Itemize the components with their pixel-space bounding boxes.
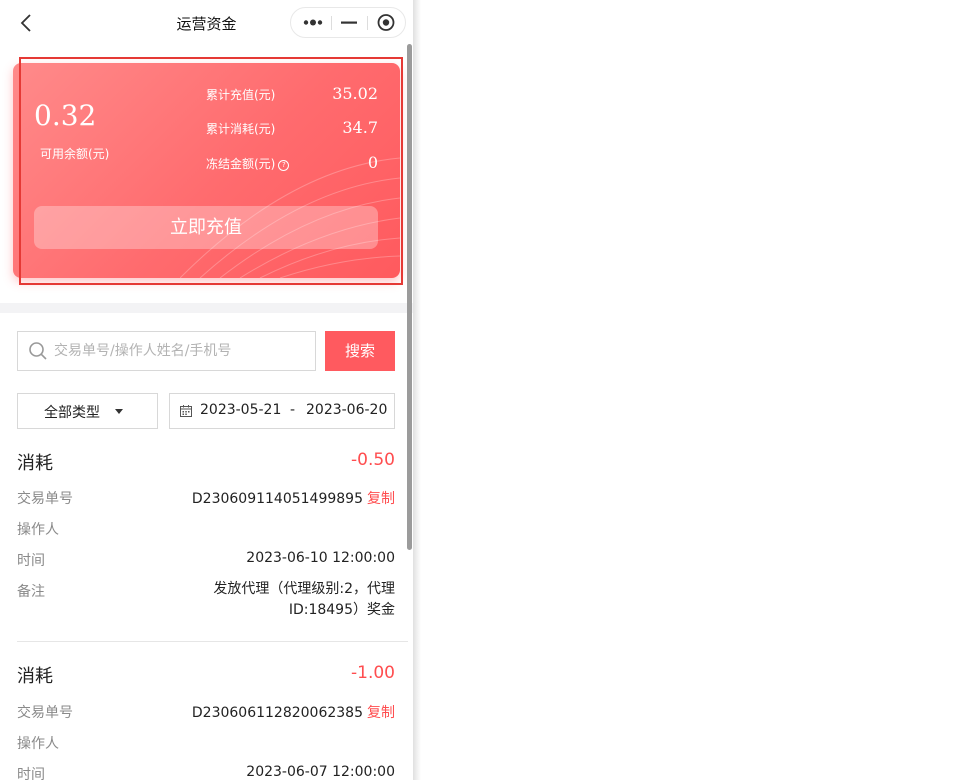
- transaction-record: 消耗 -1.00 交易单号 D230606112820062385 复制 操作人 …: [0, 658, 413, 780]
- type-filter-dropdown[interactable]: 全部类型: [17, 393, 158, 429]
- highlight-annotation-box: [19, 57, 403, 285]
- record-type: 消耗: [17, 453, 53, 474]
- capsule-divider: [331, 16, 332, 30]
- order-no-value: D230606112820062385: [191, 705, 363, 721]
- order-no-label: 交易单号: [17, 705, 73, 721]
- search-field[interactable]: [17, 331, 316, 371]
- section-separator: [0, 303, 413, 313]
- copy-button[interactable]: 复制: [367, 491, 395, 507]
- more-dots-icon[interactable]: [301, 8, 325, 37]
- search-button[interactable]: 搜索: [325, 331, 395, 371]
- time-label: 时间: [17, 767, 45, 780]
- caret-down-icon: [115, 409, 123, 414]
- search-input[interactable]: [54, 332, 309, 370]
- order-no-row: D230606112820062385 复制: [192, 702, 395, 722]
- note-label: 备注: [17, 584, 45, 600]
- search-icon: [29, 342, 47, 360]
- capsule-divider: [367, 16, 368, 30]
- operator-label: 操作人: [17, 522, 59, 538]
- order-no-label: 交易单号: [17, 491, 73, 507]
- time-label: 时间: [17, 553, 45, 569]
- record-divider: [17, 641, 408, 642]
- navigation-bar: 运营资金: [0, 0, 413, 46]
- transaction-record: 消耗 -0.50 交易单号 D230609114051499895 复制 操作人 …: [0, 445, 413, 645]
- date-range-picker[interactable]: 2023-05-21 - 2023-06-20: [169, 393, 395, 429]
- target-icon[interactable]: [375, 8, 397, 37]
- date-start: 2023-05-21: [200, 402, 282, 418]
- scrollbar[interactable]: [407, 44, 412, 550]
- record-amount: -1.00: [351, 663, 395, 683]
- panel-shadow: [413, 0, 421, 780]
- minimize-icon[interactable]: [339, 8, 359, 37]
- copy-button[interactable]: 复制: [367, 705, 395, 721]
- time-value: 2023-06-07 12:00:00: [246, 764, 395, 780]
- calendar-icon: [180, 405, 192, 417]
- note-value: 发放代理（代理级别:2，代理ID:18495）奖金: [213, 581, 395, 618]
- date-separator: -: [290, 402, 296, 418]
- order-no-row: D230609114051499895 复制: [192, 488, 395, 508]
- time-value: 2023-06-10 12:00:00: [246, 550, 395, 566]
- type-filter-label: 全部类型: [44, 405, 100, 421]
- date-end: 2023-06-20: [306, 402, 388, 418]
- order-no-value: D230609114051499895: [191, 491, 363, 507]
- capsule-menu: [290, 7, 406, 38]
- record-type: 消耗: [17, 666, 53, 687]
- record-amount: -0.50: [351, 450, 395, 470]
- operator-label: 操作人: [17, 736, 59, 752]
